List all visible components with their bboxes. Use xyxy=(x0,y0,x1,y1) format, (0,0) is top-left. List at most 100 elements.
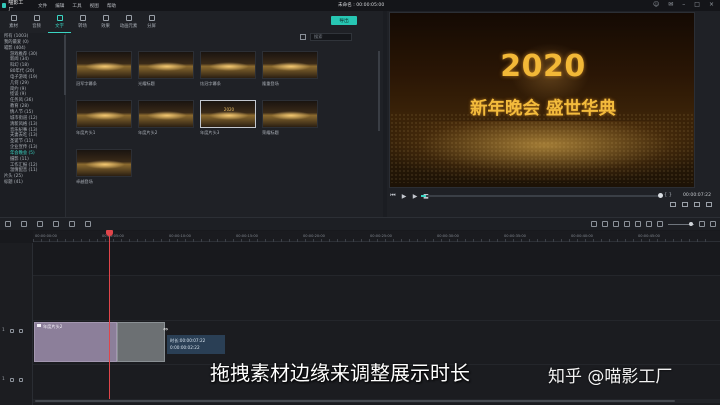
category-item[interactable]: 标题 (41) xyxy=(4,180,65,186)
playback-controls: ⏮ ▶ ▶ ■ { } 00:00:07:22 xyxy=(389,191,719,201)
timeline-clip[interactable]: 年度片头2 xyxy=(34,322,117,362)
playhead-handle[interactable] xyxy=(106,230,113,236)
category-scrollbar[interactable] xyxy=(64,35,66,95)
progress-knob[interactable] xyxy=(658,193,663,198)
template-scrollbar[interactable] xyxy=(378,51,380,131)
volume-icon[interactable] xyxy=(694,202,700,207)
ruler-minor-tick xyxy=(289,239,290,242)
crop-icon[interactable] xyxy=(69,221,75,227)
transition-icon xyxy=(79,15,86,21)
monitor-icon[interactable] xyxy=(670,202,676,207)
undo-icon[interactable] xyxy=(5,221,11,227)
close-icon[interactable]: × xyxy=(709,1,714,8)
zoom-out-icon[interactable] xyxy=(657,221,663,227)
template-thumbnail[interactable]: 炫冠字幕条 xyxy=(200,51,256,87)
speed-icon[interactable] xyxy=(85,221,91,227)
ruler-minor-tick xyxy=(337,239,338,242)
menu-help[interactable]: 帮助 xyxy=(107,3,116,9)
window-controls: ☺ ✉ – □ × xyxy=(653,1,714,8)
timeline-ruler[interactable]: 00:00:00:00 00:00:05:00 00:00:10:00 00:00:1… xyxy=(33,231,720,242)
tab-text[interactable]: 文字 xyxy=(48,11,71,33)
template-thumbnail[interactable]: 光耀标题 xyxy=(138,51,194,87)
tab-label: 音频 xyxy=(32,24,41,29)
ruler-minor-tick xyxy=(673,239,674,242)
voiceover-icon[interactable] xyxy=(635,221,641,227)
menu-file[interactable]: 文件 xyxy=(38,3,47,9)
clip-extension[interactable] xyxy=(117,322,165,362)
video-preview[interactable]: 2020 新年晚会 盛世华典 xyxy=(389,12,695,188)
tab-media[interactable]: 素材 xyxy=(2,11,25,33)
template-thumbnail[interactable]: 年度片头1 xyxy=(76,100,132,136)
mail-icon[interactable]: ✉ xyxy=(668,1,673,8)
ruler-minor-tick xyxy=(41,239,42,242)
ruler-minor-tick xyxy=(681,239,682,242)
eye-icon[interactable] xyxy=(18,328,23,333)
ruler-minor-tick xyxy=(345,239,346,242)
menu-edit[interactable]: 编辑 xyxy=(55,3,64,9)
redo-icon[interactable] xyxy=(21,221,27,227)
effects-icon xyxy=(102,15,109,21)
previous-frame-icon[interactable]: ⏮ xyxy=(389,192,397,200)
zoom-slider[interactable] xyxy=(668,221,694,226)
zoom-in-icon[interactable] xyxy=(699,221,705,227)
template-thumbnail[interactable]: 2020 年度片头3 xyxy=(200,100,256,136)
timeline-scrollbar[interactable] xyxy=(33,399,720,403)
play-icon[interactable]: ▶ xyxy=(400,192,408,200)
ruler-minor-tick xyxy=(81,239,82,242)
tab-audio[interactable]: 音频 xyxy=(25,11,48,33)
speaker-icon[interactable] xyxy=(18,377,23,382)
template-thumbnail[interactable]: 冠军字幕条 xyxy=(76,51,132,87)
delete-icon[interactable] xyxy=(37,221,43,227)
ruler-tick-label: 00:00:40:00 xyxy=(571,234,593,238)
menu-view[interactable]: 视图 xyxy=(90,3,99,9)
fullscreen-icon[interactable] xyxy=(706,202,712,207)
tab-elements[interactable]: 动画元素 xyxy=(117,11,140,33)
record-icon[interactable] xyxy=(624,221,630,227)
render-icon[interactable] xyxy=(591,221,597,227)
ruler-minor-tick xyxy=(145,239,146,242)
thumbnail-caption: 荣耀标题 xyxy=(262,130,279,135)
minimize-icon[interactable]: – xyxy=(682,1,685,8)
ruler-minor-tick xyxy=(633,239,634,242)
scrollbar-thumb[interactable] xyxy=(35,400,675,402)
ruler-minor-tick xyxy=(545,239,546,242)
tab-transition[interactable]: 转场 xyxy=(71,11,94,33)
lock-icon[interactable] xyxy=(9,328,14,333)
thumbnail-glow xyxy=(85,62,125,71)
ruler-minor-tick xyxy=(281,239,282,242)
lock-icon[interactable] xyxy=(9,377,14,382)
ruler-minor-tick xyxy=(201,239,202,242)
menu-tools[interactable]: 工具 xyxy=(72,3,81,9)
user-icon[interactable]: ☺ xyxy=(653,1,659,8)
marker-icon[interactable] xyxy=(613,221,619,227)
tab-split-screen[interactable]: 分屏 xyxy=(140,11,163,33)
template-thumbnail[interactable]: 荣耀标题 xyxy=(262,100,318,136)
ruler-minor-tick xyxy=(641,239,642,242)
template-thumbnail[interactable]: 隆重登场 xyxy=(262,51,318,87)
ruler-minor-tick xyxy=(385,239,386,242)
mixer-icon[interactable] xyxy=(646,221,652,227)
track-headers: 1 1 xyxy=(0,243,33,405)
mark-in-out-icon[interactable]: { } xyxy=(664,192,672,198)
thumbnail-glow xyxy=(209,62,249,71)
zoom-knob[interactable] xyxy=(689,221,693,226)
playback-progress[interactable] xyxy=(421,193,663,198)
thumbnail-glow xyxy=(85,160,125,169)
ruler-minor-tick xyxy=(665,239,666,242)
template-thumbnail[interactable]: 年度片头2 xyxy=(138,100,194,136)
grid-view-icon[interactable] xyxy=(300,34,306,40)
template-thumbnail[interactable]: 卓越登场 xyxy=(76,149,132,185)
timeline-right-tools xyxy=(591,221,716,227)
snapshot-icon[interactable] xyxy=(682,202,688,207)
ruler-minor-tick xyxy=(313,239,314,242)
cut-icon[interactable] xyxy=(53,221,59,227)
ruler-minor-tick xyxy=(193,239,194,242)
shield-icon[interactable] xyxy=(602,221,608,227)
export-button[interactable]: 导出 xyxy=(331,16,357,25)
search-input[interactable]: 搜索 xyxy=(310,33,352,41)
playhead[interactable] xyxy=(109,230,110,400)
next-frame-icon[interactable]: ▶ xyxy=(411,192,419,200)
fit-icon[interactable] xyxy=(710,221,716,227)
tab-effects[interactable]: 效果 xyxy=(94,11,117,33)
maximize-icon[interactable]: □ xyxy=(694,1,700,8)
